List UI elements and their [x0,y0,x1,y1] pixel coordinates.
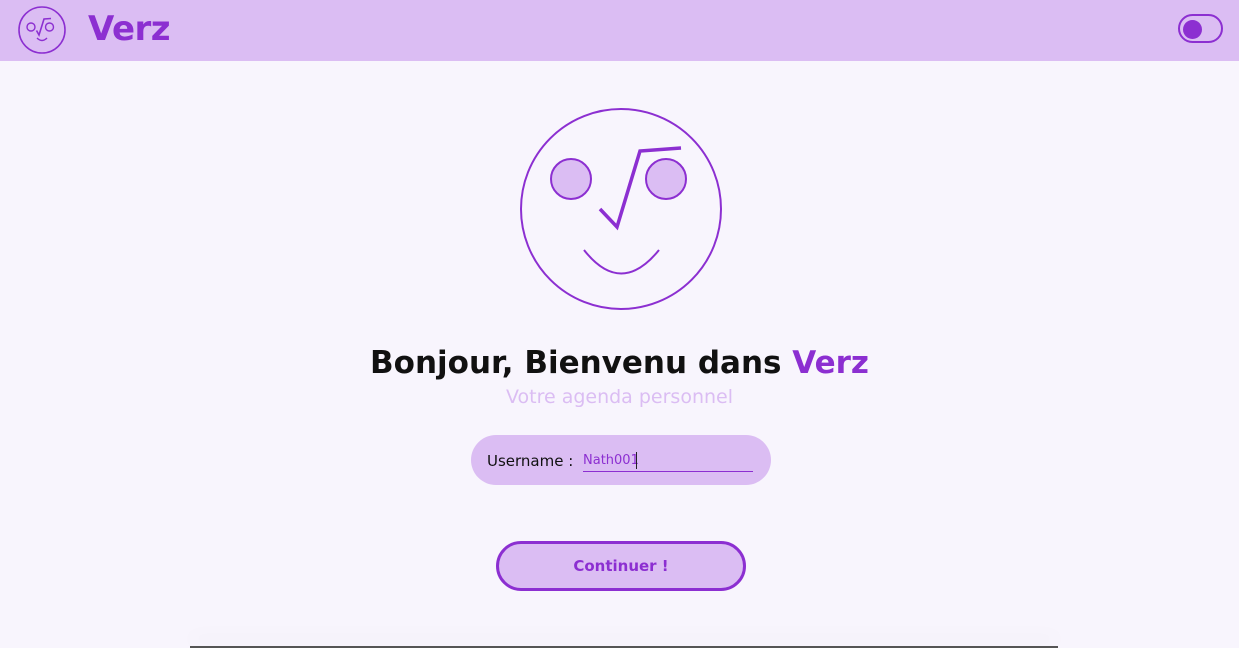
page-subtitle: Votre agenda personnel [505,386,734,408]
username-form: Username : [471,435,771,485]
username-label: Username : [487,452,574,470]
smiley-sqrt-icon [520,108,722,310]
greeting-text: Bonjour, Bienvenu dans [370,345,793,381]
greeting-brand: Verz [792,345,869,381]
top-bar: Verz [0,0,1239,61]
continue-button[interactable]: Continuer ! [496,541,746,591]
username-input[interactable] [583,449,753,472]
page-title: Bonjour, Bienvenu dans Verz [0,343,1239,383]
smiley-sqrt-icon [18,6,66,54]
theme-toggle[interactable] [1178,14,1223,43]
brand-name: Verz [88,9,171,49]
toggle-switch-icon [1183,19,1202,39]
text-caret [636,452,637,469]
